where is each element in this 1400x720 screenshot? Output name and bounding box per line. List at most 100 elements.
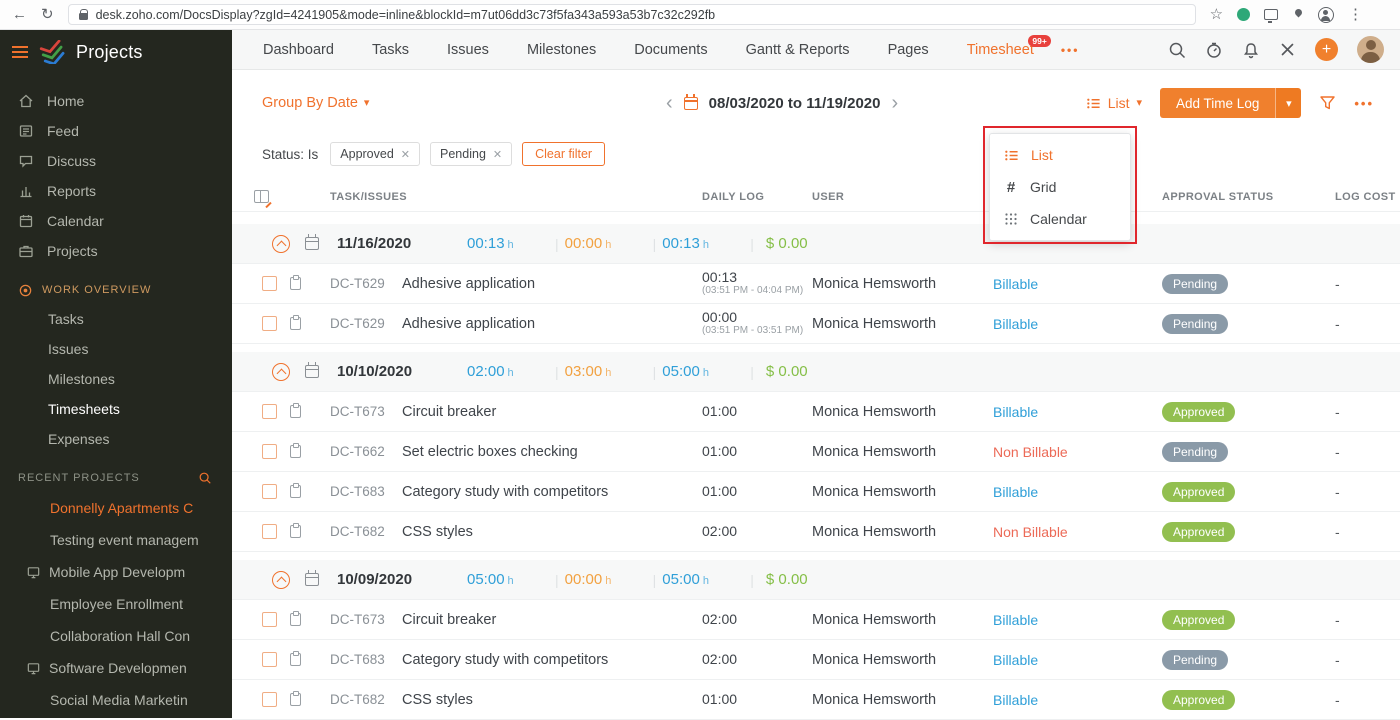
clipboard-icon (290, 611, 301, 626)
remove-chip-icon[interactable]: ✕ (493, 148, 502, 161)
task-name[interactable]: Category study with competitors (402, 652, 702, 668)
user-name: Monica Hemsworth (812, 483, 937, 500)
collapse-icon[interactable] (272, 362, 290, 381)
refresh-icon[interactable]: ↻ (41, 7, 54, 22)
bookmark-star-icon[interactable]: ☆ (1210, 7, 1223, 22)
row-checkbox[interactable] (262, 444, 277, 459)
row-checkbox[interactable] (262, 524, 277, 539)
sidebar-item-feed[interactable]: Feed (0, 116, 232, 146)
group-header: 10/10/2020 02:00 h | 03:00 h | 05:00 h | $ … (232, 352, 1400, 392)
collapse-icon[interactable] (272, 234, 290, 253)
view-option-calendar[interactable]: Calendar (990, 203, 1130, 235)
task-id[interactable]: DC-T682 (330, 692, 402, 707)
menu-icon[interactable] (12, 46, 28, 58)
view-option-grid[interactable]: # Grid (990, 171, 1130, 203)
sidebar-item-calendar[interactable]: Calendar (0, 206, 232, 236)
task-id[interactable]: DC-T629 (330, 316, 402, 331)
view-option-list[interactable]: List (990, 139, 1130, 171)
user-name: Monica Hemsworth (812, 443, 937, 460)
task-name[interactable]: Circuit breaker (402, 404, 702, 420)
browser-menu-icon[interactable]: ⋮ (1348, 7, 1363, 22)
remove-chip-icon[interactable]: ✕ (401, 148, 410, 161)
task-name[interactable]: Category study with competitors (402, 484, 702, 500)
more-options-icon[interactable]: ••• (1354, 96, 1374, 111)
user-avatar[interactable] (1357, 36, 1384, 63)
task-id[interactable]: DC-T629 (330, 276, 402, 291)
task-name[interactable]: Adhesive application (402, 276, 702, 292)
briefcase-icon (18, 243, 34, 259)
extension-icon[interactable] (1237, 8, 1251, 21)
sidebar-project-collaboration-hall[interactable]: Collaboration Hall Con (0, 620, 232, 652)
task-id[interactable]: DC-T662 (330, 444, 402, 459)
tab-timesheet[interactable]: Timesheet 99+ (948, 34, 1053, 58)
add-time-log-caret[interactable]: ▾ (1275, 88, 1302, 118)
row-checkbox[interactable] (262, 404, 277, 419)
row-checkbox[interactable] (262, 612, 277, 627)
tab-dashboard[interactable]: Dashboard (244, 42, 353, 58)
sidebar-item-issues[interactable]: Issues (0, 334, 232, 364)
timer-icon[interactable] (1205, 41, 1223, 59)
search-icon[interactable] (1168, 41, 1186, 59)
sidebar-project-software-dev[interactable]: Software Developmen (0, 652, 232, 684)
more-tabs-icon[interactable]: ••• (1053, 43, 1088, 57)
browser-profile-icon[interactable] (1318, 6, 1335, 23)
sidebar-project-social-media[interactable]: Social Media Marketin (0, 684, 232, 716)
task-name[interactable]: Adhesive application (402, 316, 702, 332)
clipboard-icon (290, 651, 301, 666)
tab-documents[interactable]: Documents (615, 42, 726, 58)
sidebar-item-expenses[interactable]: Expenses (0, 424, 232, 454)
tab-milestones[interactable]: Milestones (508, 42, 615, 58)
sidebar-item-tasks[interactable]: Tasks (0, 304, 232, 334)
task-name[interactable]: CSS styles (402, 692, 702, 708)
task-id[interactable]: DC-T682 (330, 524, 402, 539)
clear-filter-button[interactable]: Clear filter (522, 142, 606, 166)
approval-badge: Pending (1162, 649, 1229, 670)
group-by-dropdown[interactable]: Group By Date ▾ (262, 95, 369, 111)
sidebar-project-employee-enrollment[interactable]: Employee Enrollment (0, 588, 232, 620)
task-name[interactable]: Circuit breaker (402, 612, 702, 628)
sidebar-project-testing-event[interactable]: Testing event managem (0, 524, 232, 556)
clipboard-icon (290, 523, 301, 538)
row-checkbox[interactable] (262, 276, 277, 291)
address-bar[interactable]: desk.zoho.com/DocsDisplay?zgId=4241905&m… (67, 4, 1196, 25)
column-settings-icon[interactable] (254, 190, 269, 203)
sidebar-item-home[interactable]: Home (0, 86, 232, 116)
quick-add-button[interactable]: + (1315, 38, 1338, 61)
task-name[interactable]: Set electric boxes checking (402, 444, 702, 460)
tab-issues[interactable]: Issues (428, 42, 508, 58)
task-name[interactable]: CSS styles (402, 524, 702, 540)
sidebar-item-milestones[interactable]: Milestones (0, 364, 232, 394)
next-period-icon[interactable]: › (891, 93, 898, 113)
row-checkbox[interactable] (262, 484, 277, 499)
task-id[interactable]: DC-T683 (330, 652, 402, 667)
setup-tools-icon[interactable] (1279, 41, 1296, 58)
sidebar-item-timesheets[interactable]: Timesheets (0, 394, 232, 424)
sidebar-item-discuss[interactable]: Discuss (0, 146, 232, 176)
sidebar-item-reports[interactable]: Reports (0, 176, 232, 206)
row-checkbox[interactable] (262, 692, 277, 707)
sidebar-project-donnelly[interactable]: Donnelly Apartments C (0, 492, 232, 524)
search-projects-icon[interactable] (198, 471, 212, 485)
add-time-log-button[interactable]: Add Time Log ▾ (1160, 88, 1302, 118)
row-checkbox[interactable] (262, 316, 277, 331)
task-id[interactable]: DC-T673 (330, 404, 402, 419)
bell-icon[interactable] (1242, 41, 1260, 59)
tab-tasks[interactable]: Tasks (353, 42, 428, 58)
task-id[interactable]: DC-T683 (330, 484, 402, 499)
view-selector[interactable]: List ▾ (1086, 95, 1142, 111)
tab-gantt-reports[interactable]: Gantt & Reports (727, 42, 869, 58)
collapse-icon[interactable] (272, 570, 290, 589)
sidebar-project-mobile-app[interactable]: Mobile App Developm (0, 556, 232, 588)
filter-icon[interactable] (1319, 95, 1336, 111)
task-id[interactable]: DC-T673 (330, 612, 402, 627)
sidebar-item-projects[interactable]: Projects (0, 236, 232, 266)
prev-period-icon[interactable]: ‹ (666, 93, 673, 113)
pin-extension-icon[interactable] (1292, 9, 1304, 21)
row-checkbox[interactable] (262, 652, 277, 667)
tab-pages[interactable]: Pages (869, 42, 948, 58)
date-picker-icon[interactable] (683, 93, 698, 110)
back-icon[interactable]: ← (12, 7, 27, 22)
screen-share-icon[interactable] (1264, 9, 1279, 23)
url-text: desk.zoho.com/DocsDisplay?zgId=4241905&m… (95, 7, 716, 22)
billable-label: Non Billable (993, 443, 1068, 460)
